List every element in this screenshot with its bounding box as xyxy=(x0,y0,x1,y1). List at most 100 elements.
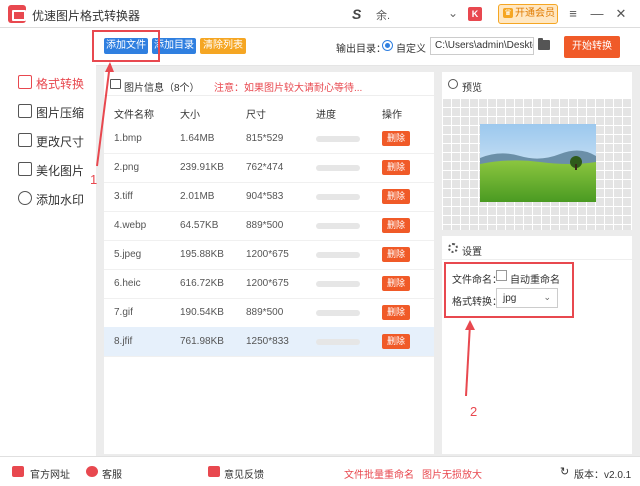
custom-radio[interactable] xyxy=(382,40,393,51)
delete-button[interactable]: 删除 xyxy=(382,189,410,204)
vip-label: 开通会员 xyxy=(515,8,555,19)
sidebar-item-label: 更改尺寸 xyxy=(36,135,85,149)
gear-icon xyxy=(448,243,458,253)
sidebar-item-compress[interactable]: 图片压缩 xyxy=(14,101,94,121)
settings-header: 设置 xyxy=(442,236,632,260)
table-row[interactable]: 6.heic 616.72KB 1200*675 删除 xyxy=(104,269,434,299)
file-name: 7.gif xyxy=(114,307,133,318)
website-link[interactable]: 官方网址 xyxy=(30,466,70,481)
support-link[interactable]: 客服 xyxy=(102,466,122,481)
user-logo-icon: S xyxy=(352,6,362,22)
annotation-box-1 xyxy=(92,30,160,62)
file-size: 239.91KB xyxy=(180,162,224,173)
watermark-icon xyxy=(18,191,32,205)
col-header-progress: 进度 xyxy=(316,110,336,121)
progress-bar xyxy=(316,310,360,316)
delete-button[interactable]: 删除 xyxy=(382,131,410,146)
vip-button[interactable]: ♛ 开通会员 xyxy=(498,4,558,24)
website-icon xyxy=(12,466,24,477)
refresh-icon[interactable]: ↻ xyxy=(560,465,569,478)
file-size: 1.64MB xyxy=(180,133,215,144)
file-size: 761.98KB xyxy=(180,336,224,347)
resize-icon xyxy=(18,133,32,147)
info-note: 注意：如果图片较大请耐心等待... xyxy=(214,83,363,94)
close-button[interactable]: ✕ xyxy=(610,3,632,25)
output-dir-label: 输出目录： xyxy=(336,44,386,55)
file-list-panel: 图片信息（8个） 注意：如果图片较大请耐心等待... 文件名称 大小 尺寸 进度… xyxy=(104,72,434,454)
feedback-link[interactable]: 意见反馈 xyxy=(224,466,264,481)
delete-button[interactable]: 删除 xyxy=(382,160,410,175)
beautify-icon xyxy=(18,162,32,176)
crown-icon: ♛ xyxy=(503,8,513,18)
sidebar-item-format-convert[interactable]: 格式转换 xyxy=(14,72,94,92)
progress-bar xyxy=(316,339,360,345)
delete-button[interactable]: 删除 xyxy=(382,305,410,320)
image-icon xyxy=(110,79,121,89)
delete-button[interactable]: 删除 xyxy=(382,247,410,262)
file-name: 4.webp xyxy=(114,220,147,231)
preview-canvas xyxy=(442,98,632,230)
file-dimensions: 904*583 xyxy=(246,191,284,202)
support-icon xyxy=(86,466,98,477)
file-size: 190.54KB xyxy=(180,307,224,318)
batch-rename-link[interactable]: 文件批量重命名 xyxy=(344,466,414,481)
chevron-down-icon[interactable]: ⌄ xyxy=(448,6,458,20)
file-name: 1.bmp xyxy=(114,133,142,144)
menu-icon[interactable]: ≡ xyxy=(562,3,584,25)
table-row[interactable]: 1.bmp 1.64MB 815*529 删除 xyxy=(104,124,434,154)
sidebar-item-resize[interactable]: 更改尺寸 xyxy=(14,130,94,150)
file-dimensions: 815*529 xyxy=(246,133,284,144)
progress-bar xyxy=(316,223,360,229)
delete-button[interactable]: 删除 xyxy=(382,276,410,291)
title-bar: 优速图片格式转换器 S 余. ⌄ K ♛ 开通会员 ≡ — ✕ xyxy=(0,0,640,28)
user-name[interactable]: 余. xyxy=(376,7,390,23)
sidebar-item-watermark[interactable]: 添加水印 xyxy=(14,188,94,208)
file-dimensions: 889*500 xyxy=(246,220,284,231)
compress-icon xyxy=(18,104,32,118)
progress-bar xyxy=(316,252,360,258)
toolbar: 添加文件 添加目录 清除列表 输出目录： 自定义 C:\Users\admin\… xyxy=(96,28,640,66)
file-name: 2.png xyxy=(114,162,140,173)
file-name: 3.tiff xyxy=(114,191,133,202)
file-dimensions: 889*500 xyxy=(246,307,284,318)
preview-image xyxy=(480,124,596,202)
preview-title: 预览 xyxy=(462,83,482,94)
col-header-action: 操作 xyxy=(382,110,402,121)
progress-bar xyxy=(316,281,360,287)
table-row[interactable]: 2.png 239.91KB 762*474 删除 xyxy=(104,153,434,183)
custom-radio-label: 自定义 xyxy=(396,44,426,55)
settings-title: 设置 xyxy=(462,247,482,258)
file-name: 8.jfif xyxy=(114,336,133,347)
file-dimensions: 762*474 xyxy=(246,162,284,173)
output-path-input[interactable]: C:\Users\admin\Deskto xyxy=(430,37,534,55)
file-name: 6.heic xyxy=(114,278,141,289)
brand-badge-icon[interactable]: K xyxy=(468,7,482,21)
table-row[interactable]: 8.jfif 761.98KB 1250*833 删除 xyxy=(104,327,434,357)
feedback-icon xyxy=(208,466,220,477)
sidebar-item-label: 美化图片 xyxy=(36,164,85,178)
file-dimensions: 1200*675 xyxy=(246,278,289,289)
start-convert-button[interactable]: 开始转换 xyxy=(564,36,620,58)
folder-icon[interactable] xyxy=(538,38,550,50)
table-row[interactable]: 4.webp 64.57KB 889*500 删除 xyxy=(104,211,434,241)
table-header: 文件名称 大小 尺寸 进度 操作 xyxy=(104,100,434,124)
file-size: 2.01MB xyxy=(180,191,215,202)
delete-button[interactable]: 删除 xyxy=(382,334,410,349)
table-row[interactable]: 5.jpeg 195.88KB 1200*675 删除 xyxy=(104,240,434,270)
convert-icon xyxy=(18,75,32,89)
info-bar: 图片信息（8个） 注意：如果图片较大请耐心等待... xyxy=(104,72,434,96)
delete-button[interactable]: 删除 xyxy=(382,218,410,233)
col-header-size: 大小 xyxy=(180,110,200,121)
sidebar-item-beautify[interactable]: 美化图片 xyxy=(14,159,94,179)
version-label: 版本：v2.0.1 xyxy=(574,470,632,481)
table-row[interactable]: 7.gif 190.54KB 889*500 删除 xyxy=(104,298,434,328)
preview-header: 预览 xyxy=(442,72,632,96)
sidebar-item-label: 格式转换 xyxy=(36,77,85,91)
file-dimensions: 1200*675 xyxy=(246,249,289,260)
lossless-enlarge-link[interactable]: 图片无损放大 xyxy=(422,466,482,481)
annotation-number-1: 1 xyxy=(90,172,98,187)
minimize-button[interactable]: — xyxy=(586,3,608,25)
table-row[interactable]: 3.tiff 2.01MB 904*583 删除 xyxy=(104,182,434,212)
progress-bar xyxy=(316,136,360,142)
clear-list-button[interactable]: 清除列表 xyxy=(200,38,246,54)
